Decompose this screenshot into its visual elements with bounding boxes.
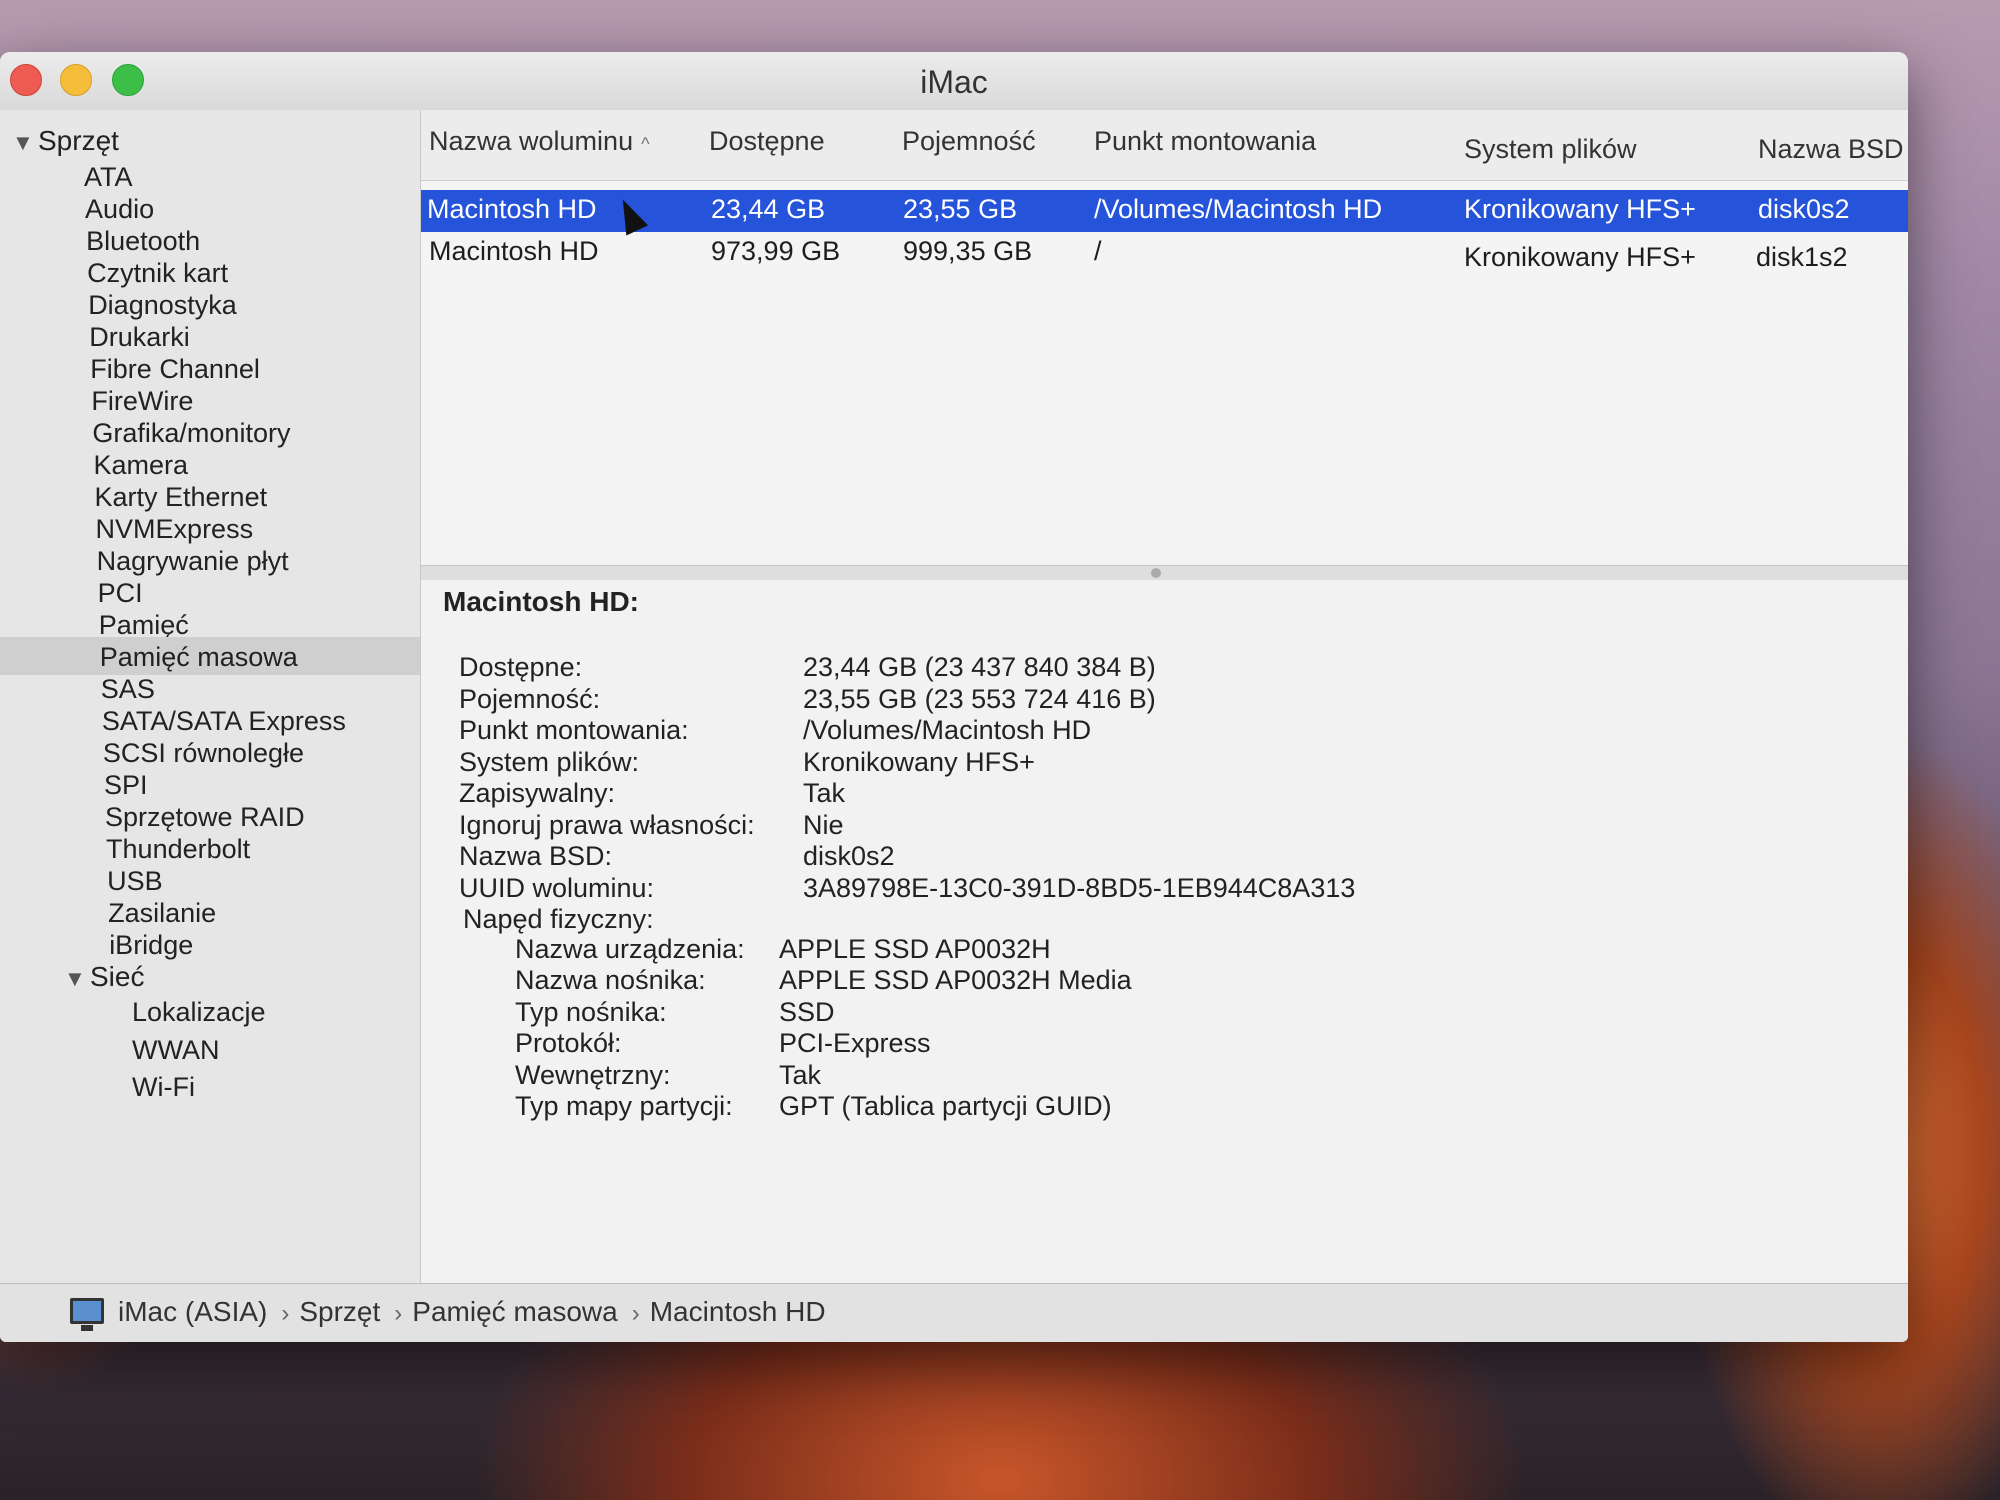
table-header: Nazwa woluminu ^ Dostępne Pojemność Punkt… — [421, 110, 1908, 181]
detail-value: 23,44 GB (23 437 840 384 B) — [803, 652, 1156, 682]
cell-capacity: 999,35 GB — [903, 236, 1033, 266]
sort-ascending-icon: ^ — [641, 134, 650, 154]
detail-pane: Macintosh HD: Dostępne: 23,44 GB (23 437 … — [421, 580, 1908, 1284]
detail-value: Kronikowany HFS+ — [803, 746, 1035, 777]
detail-value: SSD — [779, 996, 835, 1027]
sidebar-item[interactable]: WWAN — [132, 1031, 219, 1069]
cell-volume-name: Macintosh HD — [427, 194, 597, 224]
cell-available: 23,44 GB — [711, 194, 826, 224]
detail-label: Typ nośnika: — [515, 996, 667, 1027]
detail-value: disk0s2 — [803, 841, 895, 871]
split-view-divider[interactable] — [421, 565, 1908, 581]
cell-file-system: Kronikowany HFS+ — [1464, 242, 1696, 272]
detail-value: GPT (Tablica partycji GUID) — [779, 1091, 1112, 1121]
detail-label: Nazwa BSD: — [459, 841, 613, 871]
sidebar-item[interactable]: Wi-Fi — [132, 1068, 195, 1106]
cell-available: 973,99 GB — [711, 236, 841, 266]
window-title: iMac — [920, 64, 988, 100]
path-bar: iMac (ASIA) › Sprzęt › Pamięć masowa › Macinto… — [0, 1283, 1908, 1342]
detail-label: Zapisywalny: — [459, 778, 616, 808]
column-header-available[interactable]: Dostępne — [709, 126, 825, 157]
sidebar: ▼ Sprzęt ATA Audio Bluetooth Czytnik kart Diag… — [0, 110, 421, 1284]
volume-table: Nazwa woluminu ^ Dostępne Pojemność Punkt… — [421, 110, 1908, 565]
cell-volume-name: Macintosh HD — [429, 236, 599, 266]
sidebar-group-label: Sieć — [90, 960, 145, 992]
cell-bsd-name: disk0s2 — [1758, 194, 1850, 224]
detail-value: Nie — [803, 809, 844, 840]
detail-label: UUID woluminu: — [459, 872, 655, 903]
detail-label: System plików: — [459, 746, 640, 777]
detail-label: Nazwa nośnika: — [515, 965, 706, 995]
cell-capacity: 23,55 GB — [903, 194, 1018, 224]
detail-label: Nazwa urządzenia: — [515, 933, 745, 964]
column-header-bsd-name[interactable]: Nazwa BSD — [1758, 134, 1904, 165]
detail-value: 23,55 GB (23 553 724 416 B) — [803, 683, 1156, 714]
cell-file-system: Kronikowany HFS+ — [1464, 194, 1696, 224]
sidebar-group-label: Sprzęt — [38, 125, 119, 156]
column-header-file-system[interactable]: System plików — [1464, 134, 1637, 165]
system-information-window: iMac ▼ Sprzęt ATA Audio Bluetooth Czytnik kar… — [0, 52, 1908, 1342]
detail-label: Typ mapy partycji: — [515, 1091, 733, 1121]
disclosure-triangle-icon[interactable]: ▼ — [12, 124, 38, 162]
disclosure-triangle-icon[interactable]: ▼ — [64, 960, 90, 998]
detail-value: 3A89798E-13C0-391D-8BD5-1EB944C8A313 — [803, 872, 1356, 903]
detail-value: /Volumes/Macintosh HD — [803, 715, 1092, 745]
sidebar-group[interactable]: ▼ Sieć — [64, 958, 144, 996]
detail-label: Punkt montowania: — [459, 715, 689, 745]
detail-label: Wewnętrzny: — [515, 1059, 671, 1090]
detail-value: PCI-Express — [779, 1028, 931, 1058]
breadcrumb: iMac (ASIA) › Sprzęt › Pamięć masowa › Macinto… — [118, 1296, 826, 1328]
breadcrumb-item[interactable]: Pamięć masowa — [412, 1296, 617, 1327]
column-header-mount-point[interactable]: Punkt montowania — [1094, 126, 1316, 157]
chevron-right-icon: › — [281, 1300, 290, 1327]
breadcrumb-item[interactable]: Macintosh HD — [650, 1296, 826, 1327]
column-header-capacity[interactable]: Pojemność — [902, 126, 1036, 157]
detail-label: Napęd fizyczny: — [463, 904, 654, 934]
cell-mount-point: / — [1094, 236, 1102, 266]
divider-handle[interactable] — [1151, 568, 1161, 578]
imac-icon — [70, 1298, 104, 1331]
sidebar-item[interactable]: Lokalizacje — [132, 993, 266, 1031]
chevron-right-icon: › — [394, 1300, 403, 1327]
detail-value: Tak — [803, 778, 846, 808]
detail-label: Ignoruj prawa własności: — [459, 809, 755, 840]
detail-value: APPLE SSD AP0032H — [779, 933, 1051, 964]
title-bar[interactable]: iMac — [0, 52, 1908, 111]
cell-mount-point: /Volumes/Macintosh HD — [1094, 194, 1383, 224]
detail-value: Tak — [779, 1059, 822, 1090]
breadcrumb-item[interactable]: Sprzęt — [299, 1296, 380, 1327]
detail-title: Macintosh HD: — [443, 586, 639, 617]
detail-label: Pojemność: — [459, 683, 601, 714]
detail-label: Dostępne: — [459, 652, 583, 682]
column-header-volume-name[interactable]: Nazwa woluminu ^ — [429, 126, 650, 157]
sidebar-group[interactable]: ▼ Sprzęt — [12, 122, 119, 160]
cell-bsd-name: disk1s2 — [1756, 242, 1848, 272]
table-row[interactable]: Macintosh HD 973,99 GB 999,35 GB / Kroni… — [421, 232, 1908, 274]
detail-value: APPLE SSD AP0032H Media — [779, 965, 1132, 995]
breadcrumb-item[interactable]: iMac (ASIA) — [118, 1296, 267, 1327]
chevron-right-icon: › — [631, 1300, 640, 1327]
detail-label: Protokół: — [515, 1028, 622, 1058]
